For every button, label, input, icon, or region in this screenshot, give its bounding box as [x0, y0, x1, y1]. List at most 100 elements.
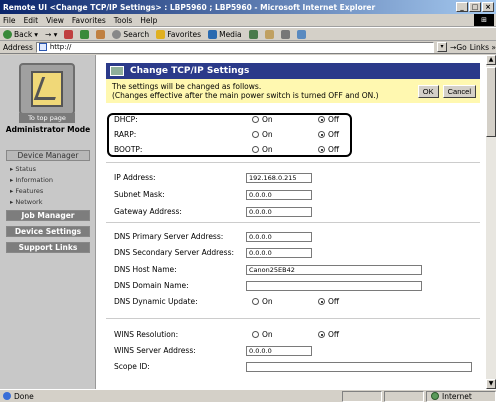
subnet-mask-label: Subnet Mask:	[114, 190, 165, 199]
wins-off-radio[interactable]: Off	[318, 330, 339, 339]
menu-file[interactable]: File	[3, 16, 16, 25]
dns-domain-input[interactable]	[246, 281, 422, 291]
status-bar: Done Internet	[0, 389, 496, 402]
address-input[interactable]: http://	[35, 41, 435, 53]
admin-mode-label: Administrator Mode	[5, 125, 91, 134]
gateway-input[interactable]: 0.0.0.0	[246, 207, 312, 217]
links-button[interactable]: Links »	[470, 43, 496, 52]
search-button[interactable]: Search	[112, 29, 149, 39]
page-header: Change TCP/IP Settings	[106, 63, 480, 79]
history-icon[interactable]	[248, 29, 258, 39]
dns-domain-label: DNS Domain Name:	[114, 281, 189, 290]
ie-page-icon	[3, 392, 11, 400]
minimize-button[interactable]: _	[456, 2, 468, 12]
favorites-label: Favorites	[167, 29, 202, 39]
window-title: Remote UI <Change TCP/IP Settings> : LBP…	[3, 2, 376, 12]
ip-address-label: IP Address:	[114, 173, 156, 182]
job-manager-button[interactable]: Job Manager	[6, 210, 90, 221]
dns-dynamic-off-label: Off	[328, 297, 340, 306]
subnet-mask-input[interactable]: 0.0.0.0	[246, 190, 312, 200]
menu-edit[interactable]: Edit	[24, 16, 39, 25]
menu-bar: File Edit View Favorites Tools Help ⊞	[0, 14, 496, 27]
wins-on-label: On	[262, 330, 273, 339]
nav-features[interactable]: Features	[10, 187, 43, 195]
home-icon[interactable]	[96, 29, 106, 39]
main-pane: Change TCP/IP Settings The settings will…	[106, 63, 480, 372]
dns-primary-label: DNS Primary Server Address:	[114, 232, 224, 241]
support-links-button[interactable]: Support Links	[6, 242, 90, 253]
nav-network[interactable]: Network	[10, 198, 42, 206]
printer-logo-icon	[19, 63, 75, 115]
wins-off-label: Off	[328, 330, 340, 339]
wins-resolution-label: WINS Resolution:	[114, 330, 179, 339]
gateway-label: Gateway Address:	[114, 207, 182, 216]
menu-help[interactable]: Help	[140, 16, 157, 25]
mail-icon[interactable]	[264, 29, 274, 39]
forward-button[interactable]: → ▾	[45, 30, 57, 39]
scroll-down-button[interactable]: ▼	[486, 379, 496, 389]
vertical-scrollbar[interactable]: ▲ ▼	[486, 55, 496, 389]
close-button[interactable]: ×	[482, 2, 494, 12]
scope-id-label: Scope ID:	[114, 362, 150, 371]
dns-dynamic-label: DNS Dynamic Update:	[114, 297, 198, 306]
ip-address-input[interactable]: 192.168.0.215	[246, 173, 312, 183]
dns-host-label: DNS Host Name:	[114, 265, 177, 274]
globe-icon	[431, 392, 439, 400]
dns-secondary-label: DNS Secondary Server Address:	[114, 248, 235, 257]
zone-indicator: Internet	[426, 390, 496, 402]
back-button[interactable]: Back ▾	[3, 29, 38, 39]
to-top-page-link[interactable]: To top page	[19, 113, 75, 123]
dns-dynamic-on-label: On	[262, 297, 273, 306]
device-settings-button[interactable]: Device Settings	[6, 226, 90, 237]
windows-logo-icon: ⊞	[474, 14, 494, 26]
notice-line-1: The settings will be changed as follows.	[112, 81, 262, 91]
menu-favorites[interactable]: Favorites	[72, 16, 106, 25]
wins-section: WINS Resolution: On Off WINS Server Addr…	[106, 321, 480, 389]
network-settings-icon	[110, 66, 124, 76]
media-icon	[208, 29, 218, 39]
address-bar: Address http:// ▾ →Go Links »	[0, 41, 496, 54]
dns-dynamic-off-radio[interactable]: Off	[318, 297, 339, 306]
page-title: Change TCP/IP Settings	[130, 66, 250, 76]
ok-button[interactable]: OK	[417, 84, 439, 98]
go-button[interactable]: →Go	[450, 43, 467, 52]
notice-text: The settings will be changed as follows.…	[112, 82, 418, 101]
media-label: Media	[219, 29, 242, 39]
dns-secondary-input[interactable]: 0.0.0.0	[246, 248, 312, 258]
menu-tools[interactable]: Tools	[114, 16, 132, 25]
links-label: Links	[469, 42, 490, 52]
address-dropdown[interactable]: ▾	[437, 42, 448, 52]
nav-information[interactable]: Information	[10, 176, 53, 184]
dns-dynamic-on-radio[interactable]: On	[252, 297, 273, 306]
menu-view[interactable]: View	[46, 16, 64, 25]
wins-server-input[interactable]: 0.0.0.0	[246, 346, 312, 356]
wins-server-label: WINS Server Address:	[114, 346, 196, 355]
refresh-icon[interactable]	[80, 29, 90, 39]
scroll-thumb[interactable]	[486, 67, 496, 137]
device-manager-button[interactable]: Device Manager	[6, 150, 90, 161]
print-icon[interactable]	[280, 29, 290, 39]
scope-id-input[interactable]	[246, 362, 472, 372]
notice-bar: The settings will be changed as follows.…	[106, 79, 480, 103]
dns-primary-input[interactable]: 0.0.0.0	[246, 232, 312, 242]
status-text: Done	[14, 391, 34, 401]
back-label: Back	[14, 29, 33, 39]
dns-host-input[interactable]: Canon25EB42	[246, 265, 422, 275]
address-value: http://	[49, 43, 72, 51]
status-cell	[342, 390, 382, 402]
ip-section: IP Address: 192.168.0.215 Subnet Mask: 0…	[106, 165, 480, 223]
stop-icon[interactable]	[64, 29, 74, 39]
nav-status[interactable]: Status	[10, 165, 36, 173]
go-label: Go	[456, 42, 467, 52]
page-content: To top page Administrator Mode Device Ma…	[0, 55, 486, 389]
scroll-up-button[interactable]: ▲	[486, 55, 496, 65]
media-button[interactable]: Media	[208, 29, 242, 39]
edit-icon[interactable]	[296, 29, 306, 39]
address-label: Address	[3, 42, 33, 52]
wins-on-radio[interactable]: On	[252, 330, 273, 339]
toolbar: Back ▾ → ▾ Search Favorites Media	[0, 27, 496, 41]
cancel-button[interactable]: Cancel	[442, 84, 476, 98]
maximize-button[interactable]: □	[469, 2, 481, 12]
favorites-button[interactable]: Favorites	[156, 29, 202, 39]
search-icon	[112, 29, 122, 39]
